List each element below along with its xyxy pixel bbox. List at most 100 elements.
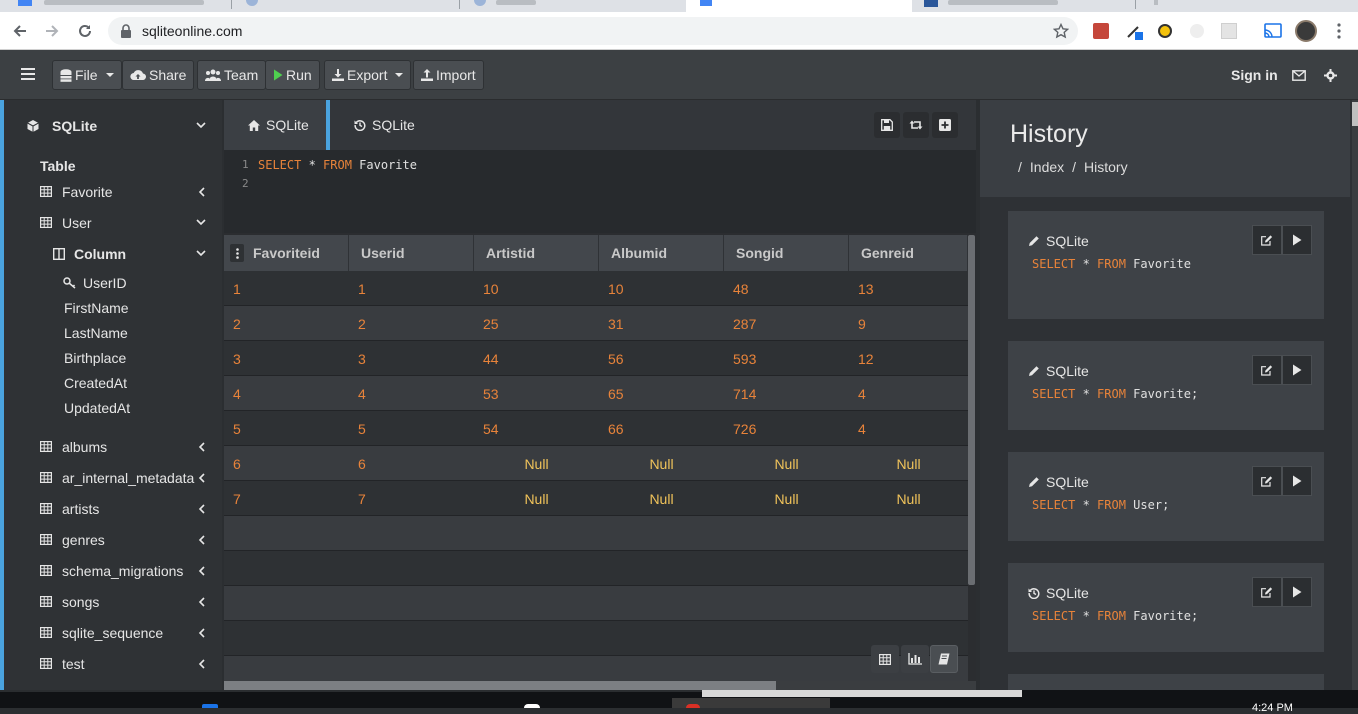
table-row[interactable]: 4 4 53 65 714 4 <box>224 376 968 411</box>
tab-sqlite-editor[interactable]: SQLite <box>224 100 330 150</box>
browser-tab[interactable] <box>912 0 1136 12</box>
share-button[interactable]: Share <box>122 60 195 90</box>
hand-extension-icon[interactable] <box>1156 22 1174 40</box>
table-cell[interactable]: Null <box>849 446 968 481</box>
table-cell[interactable]: 2 <box>233 306 349 341</box>
table-cell[interactable]: 3 <box>233 341 349 376</box>
table-cell[interactable]: 593 <box>733 341 849 376</box>
sidebar-db-sqlite[interactable]: SQLite <box>4 113 222 139</box>
sidebar-column-item[interactable]: LastName <box>4 320 222 346</box>
gear-icon[interactable] <box>1324 69 1337 82</box>
browser-tab[interactable] <box>1136 0 1358 12</box>
edit-icon[interactable] <box>1252 225 1282 255</box>
table-cell[interactable]: 25 <box>483 306 599 341</box>
pdf-extension-icon[interactable] <box>1092 22 1110 40</box>
grid-horizontal-scrollbar[interactable] <box>224 681 776 690</box>
grid-vertical-scrollbar[interactable] <box>968 235 975 585</box>
table-row[interactable]: 5 5 54 66 726 4 <box>224 411 968 446</box>
run-query-icon[interactable] <box>1282 466 1312 496</box>
table-cell[interactable]: 31 <box>608 306 724 341</box>
history-item[interactable]: SQLite SELECT * FROM Favorite; <box>1008 563 1324 652</box>
run-query-icon[interactable] <box>1282 355 1312 385</box>
table-cell[interactable]: 54 <box>483 411 599 446</box>
sidebar-table-ar-internal-metadata[interactable]: ar_internal_metadata <box>4 465 222 491</box>
table-cell[interactable]: 714 <box>733 376 849 411</box>
table-cell[interactable]: 53 <box>483 376 599 411</box>
run-button[interactable]: Run <box>265 60 320 90</box>
table-cell[interactable]: 6 <box>233 446 349 481</box>
table-cell[interactable]: Null <box>599 481 724 516</box>
table-row[interactable]: 3 3 44 56 593 12 <box>224 341 968 376</box>
table-cell[interactable]: Null <box>724 446 849 481</box>
sidebar-table-schema-migrations[interactable]: schema_migrations <box>4 558 222 584</box>
column-header[interactable]: Artistid <box>474 235 599 271</box>
table-row[interactable]: 1 1 10 10 48 13 <box>224 271 968 306</box>
table-row[interactable]: 6 6 Null Null Null Null <box>224 446 968 481</box>
table-row[interactable]: 2 2 25 31 287 9 <box>224 306 968 341</box>
table-cell[interactable]: 7 <box>233 481 349 516</box>
table-cell[interactable]: 65 <box>608 376 724 411</box>
table-cell[interactable]: 4 <box>858 411 968 446</box>
bookmark-star-icon[interactable] <box>1052 22 1070 40</box>
sidebar-table-favorite[interactable]: Favorite <box>4 179 222 205</box>
table-cell[interactable]: Null <box>724 481 849 516</box>
table-cell[interactable]: 1 <box>233 271 349 306</box>
chart-view-icon[interactable] <box>901 645 929 673</box>
history-item[interactable]: SQLite SELECT * FROM Favorite; <box>1008 341 1324 430</box>
sidebar-table-test[interactable]: test <box>4 651 222 677</box>
export-menu-button[interactable]: Export <box>324 60 412 90</box>
edit-icon[interactable] <box>1252 355 1282 385</box>
table-view-icon[interactable] <box>871 645 899 673</box>
table-cell[interactable]: Null <box>849 481 968 516</box>
browser-tab-active[interactable] <box>686 0 912 12</box>
sidebar-table-artists[interactable]: artists <box>4 496 222 522</box>
team-button[interactable]: Team <box>197 60 267 90</box>
table-cell[interactable]: 3 <box>358 341 474 376</box>
file-menu-button[interactable]: File <box>52 60 122 90</box>
column-header[interactable]: Favoriteid <box>224 235 349 271</box>
hamburger-menu-icon[interactable] <box>21 68 35 80</box>
sidebar-table-albums[interactable]: albums <box>4 434 222 460</box>
save-icon[interactable] <box>874 112 900 138</box>
taskbar-active-app[interactable] <box>672 698 830 708</box>
table-row[interactable]: 7 7 Null Null Null Null <box>224 481 968 516</box>
pen-extension-icon[interactable] <box>1125 22 1143 40</box>
forward-icon[interactable] <box>42 21 62 41</box>
envelope-icon[interactable] <box>1292 70 1306 81</box>
table-cell[interactable]: 10 <box>483 271 599 306</box>
table-cell[interactable]: 12 <box>858 341 968 376</box>
sidebar-table-genres[interactable]: genres <box>4 527 222 553</box>
table-cell[interactable]: 66 <box>608 411 724 446</box>
edit-icon[interactable] <box>1252 466 1282 496</box>
sidebar-table-songs[interactable]: songs <box>4 589 222 615</box>
history-item[interactable] <box>1008 674 1324 690</box>
breadcrumb-index[interactable]: Index <box>1030 159 1064 175</box>
column-header[interactable]: Albumid <box>599 235 724 271</box>
table-cell[interactable]: 4 <box>858 376 968 411</box>
table-cell[interactable]: Null <box>474 446 599 481</box>
back-icon[interactable] <box>10 21 30 41</box>
table-cell[interactable]: Null <box>474 481 599 516</box>
book-view-icon[interactable] <box>930 645 958 673</box>
edit-icon[interactable] <box>1252 577 1282 607</box>
table-cell[interactable]: 5 <box>358 411 474 446</box>
column-header[interactable]: Userid <box>349 235 474 271</box>
table-cell[interactable]: 7 <box>358 481 474 516</box>
sidebar-column-item[interactable]: UserID <box>4 270 222 296</box>
history-item[interactable]: SQLite SELECT * FROM Favorite <box>1008 211 1324 319</box>
taskbar-app-icon[interactable] <box>524 704 540 708</box>
table-cell[interactable]: 56 <box>608 341 724 376</box>
grid-extension-icon[interactable] <box>1220 22 1238 40</box>
column-menu-icon[interactable] <box>230 244 244 262</box>
sidebar-column-group[interactable]: Column <box>4 241 222 267</box>
history-item[interactable]: SQLite SELECT * FROM User; <box>1008 452 1324 541</box>
column-header[interactable]: Genreid <box>849 235 968 271</box>
table-cell[interactable]: 726 <box>733 411 849 446</box>
sign-in-link[interactable]: Sign in <box>1231 67 1278 83</box>
table-cell[interactable]: 9 <box>858 306 968 341</box>
taskbar-app-icon[interactable] <box>202 704 218 708</box>
table-cell[interactable]: 44 <box>483 341 599 376</box>
table-cell[interactable]: 2 <box>358 306 474 341</box>
table-cell[interactable]: 287 <box>733 306 849 341</box>
address-bar[interactable]: sqliteonline.com <box>108 17 1078 45</box>
